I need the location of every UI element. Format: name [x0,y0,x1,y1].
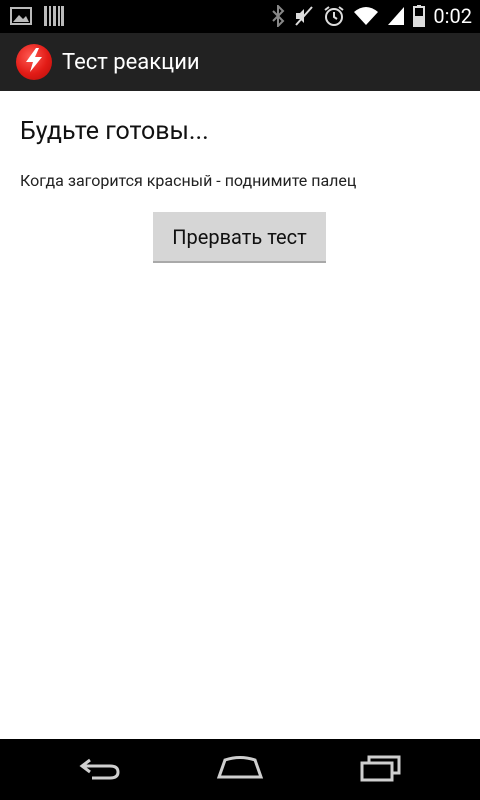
system-icons: 0:02 [271,4,472,28]
home-icon [216,755,264,785]
signal-icon [387,6,405,26]
app-icon[interactable] [16,44,52,80]
recents-icon [359,754,403,786]
navigation-bar [0,739,480,800]
notification-icons [10,6,64,26]
abort-test-button[interactable]: Прервать тест [153,212,326,263]
battery-icon [413,5,426,27]
status-time: 0:02 [433,4,472,28]
app-title: Тест реакции [62,49,200,75]
action-bar: Тест реакции [0,33,480,91]
back-button[interactable] [72,753,128,787]
main-content: Будьте готовы... Когда загорится красный… [0,91,480,739]
alarm-icon [323,5,345,27]
recents-button[interactable] [353,753,409,787]
instruction-text: Когда загорится красный - поднимите пале… [20,171,357,190]
barcode-icon [44,6,64,26]
bluetooth-icon [271,5,285,27]
status-bar: 0:02 [0,0,480,33]
wifi-icon [353,6,379,26]
home-button[interactable] [212,753,268,787]
status-heading: Будьте готовы... [20,117,209,146]
gallery-icon [10,7,32,25]
lightning-icon [23,47,45,77]
mute-icon [293,5,315,27]
back-icon [78,756,122,784]
